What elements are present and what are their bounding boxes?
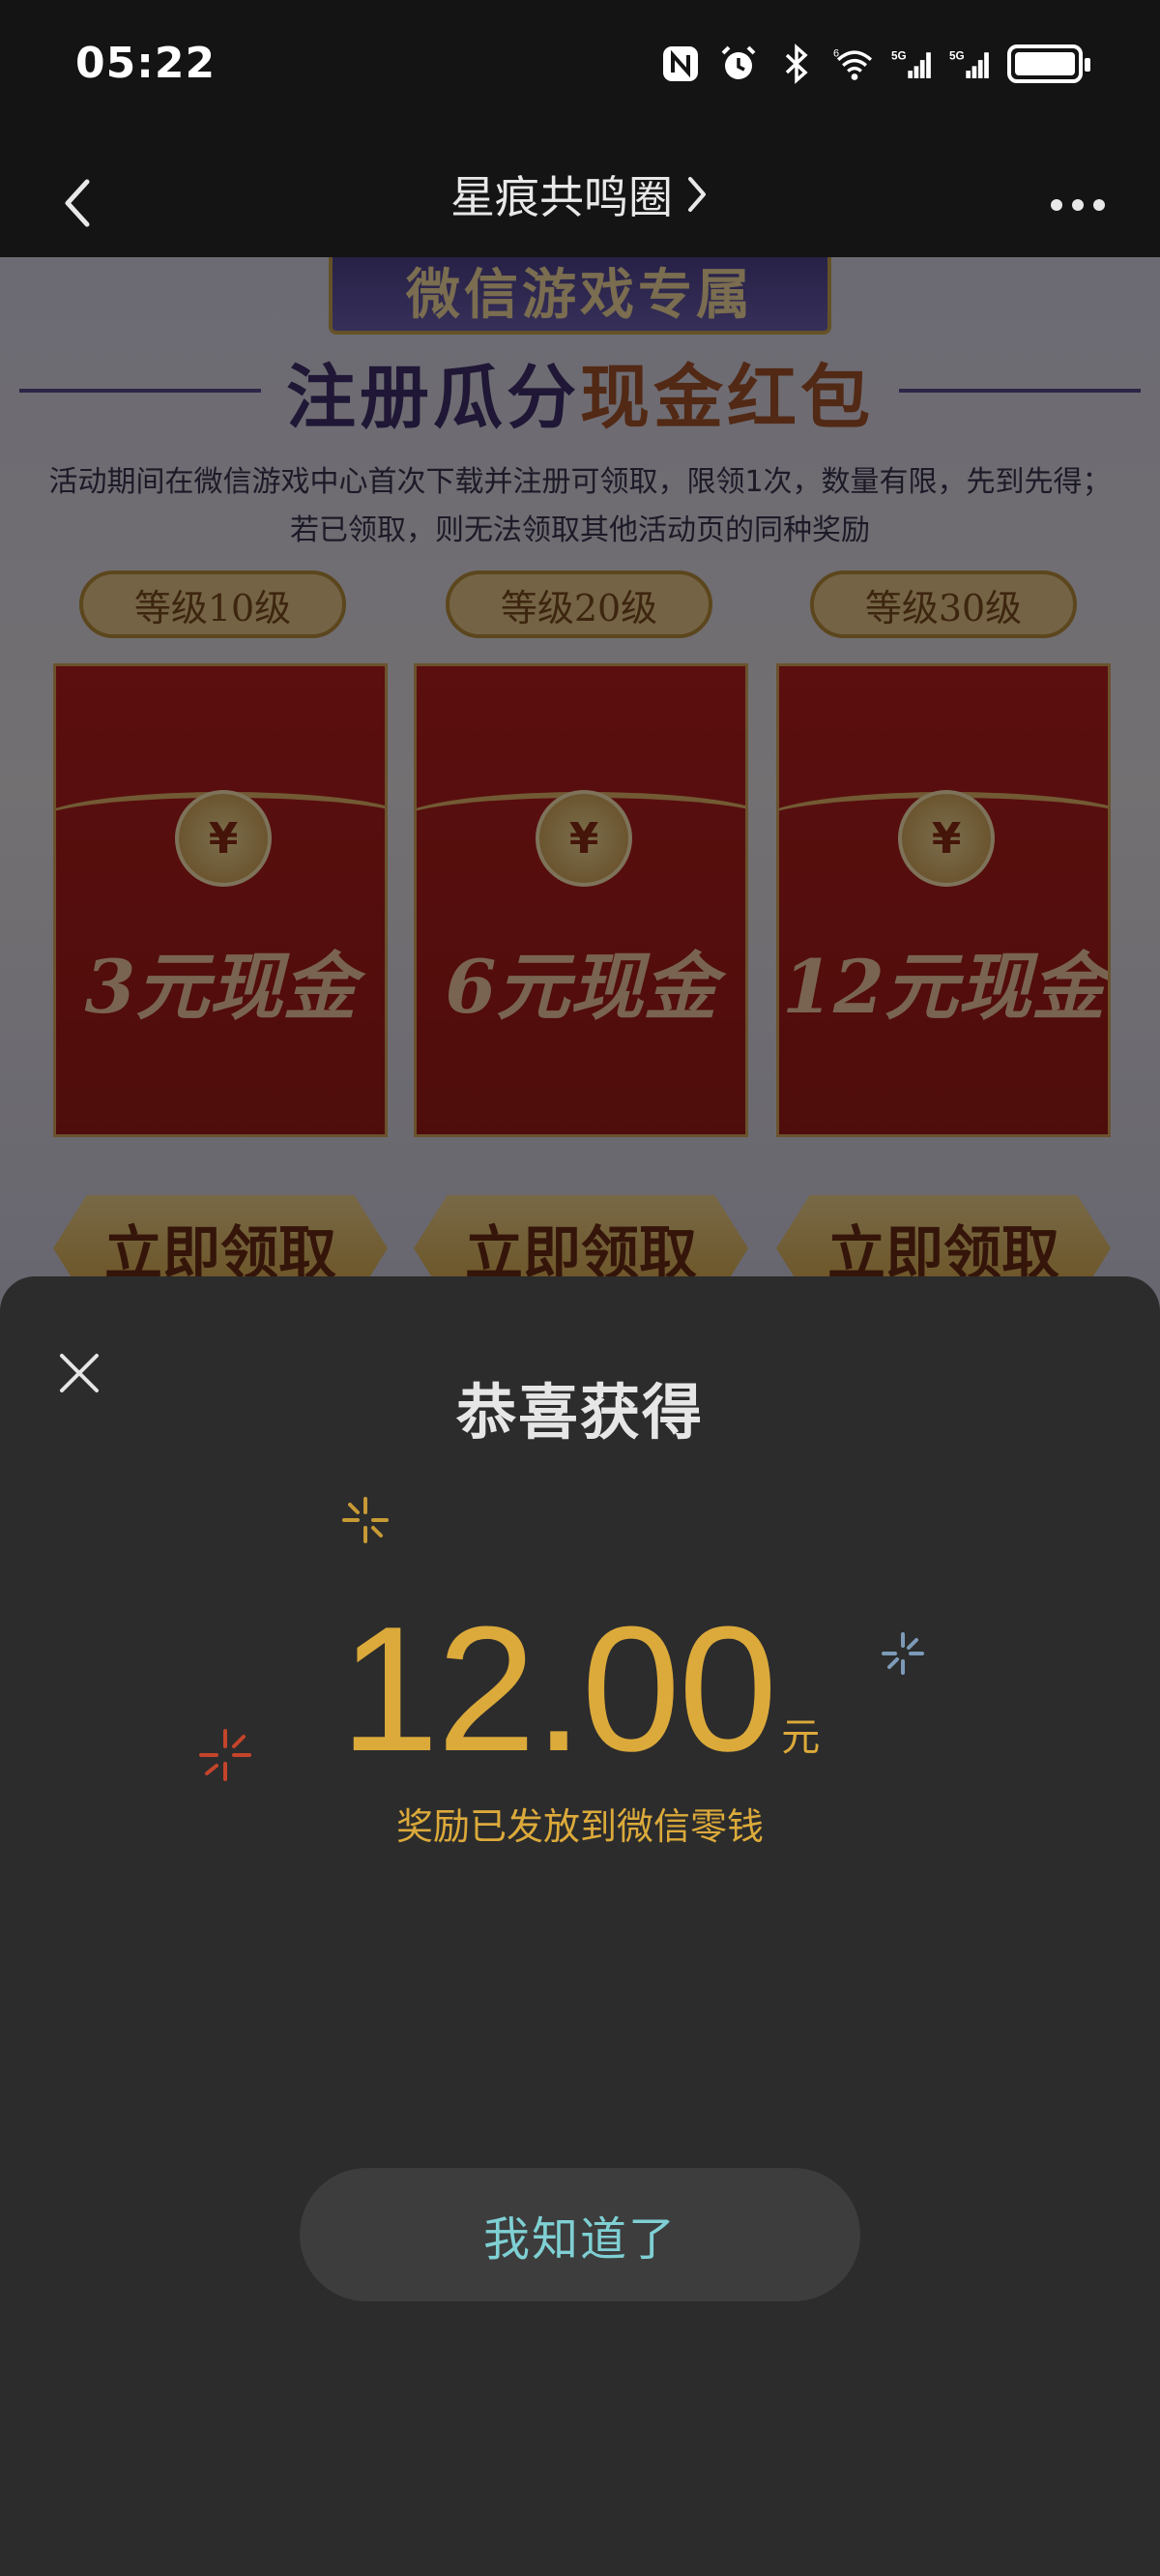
nav-bar: 星痕共鸣圈 [0,145,1160,257]
prize-display: 12.00 元 [0,1586,1160,1791]
alarm-icon [717,43,760,85]
more-dots-icon [1051,199,1105,211]
nfc-icon [659,43,702,85]
signal-5g-icon: 5G [891,43,934,85]
chevron-right-icon [688,177,706,212]
status-bar: 05:22 6 5G 5G [0,0,1160,145]
prize-note: 奖励已发放到微信零钱 [395,1805,764,1848]
more-button[interactable] [1034,166,1121,244]
sparkle-icon [342,1497,389,1543]
battery-icon [1007,44,1090,83]
status-time: 05:22 [75,39,217,88]
prize-amount: 12.00 [339,1589,777,1788]
nav-title-link[interactable]: 星痕共鸣圈 [0,162,1160,226]
bluetooth-icon [775,43,818,85]
status-icons: 6 5G 5G [659,43,1090,85]
prize-unit: 元 [781,1715,821,1760]
svg-text:6: 6 [833,47,839,59]
wifi-6-icon: 6 [833,43,876,85]
svg-text:5G: 5G [891,49,907,62]
signal-5g-icon: 5G [949,43,992,85]
page-title: 星痕共鸣圈 [450,171,673,223]
reward-sheet: 恭喜获得 12.00 元 奖励已发放到微信零钱 我知道了 [0,1276,1160,2576]
sheet-title: 恭喜获得 [455,1377,704,1448]
svg-text:5G: 5G [949,49,965,62]
acknowledge-button[interactable]: 我知道了 [300,2168,860,2301]
